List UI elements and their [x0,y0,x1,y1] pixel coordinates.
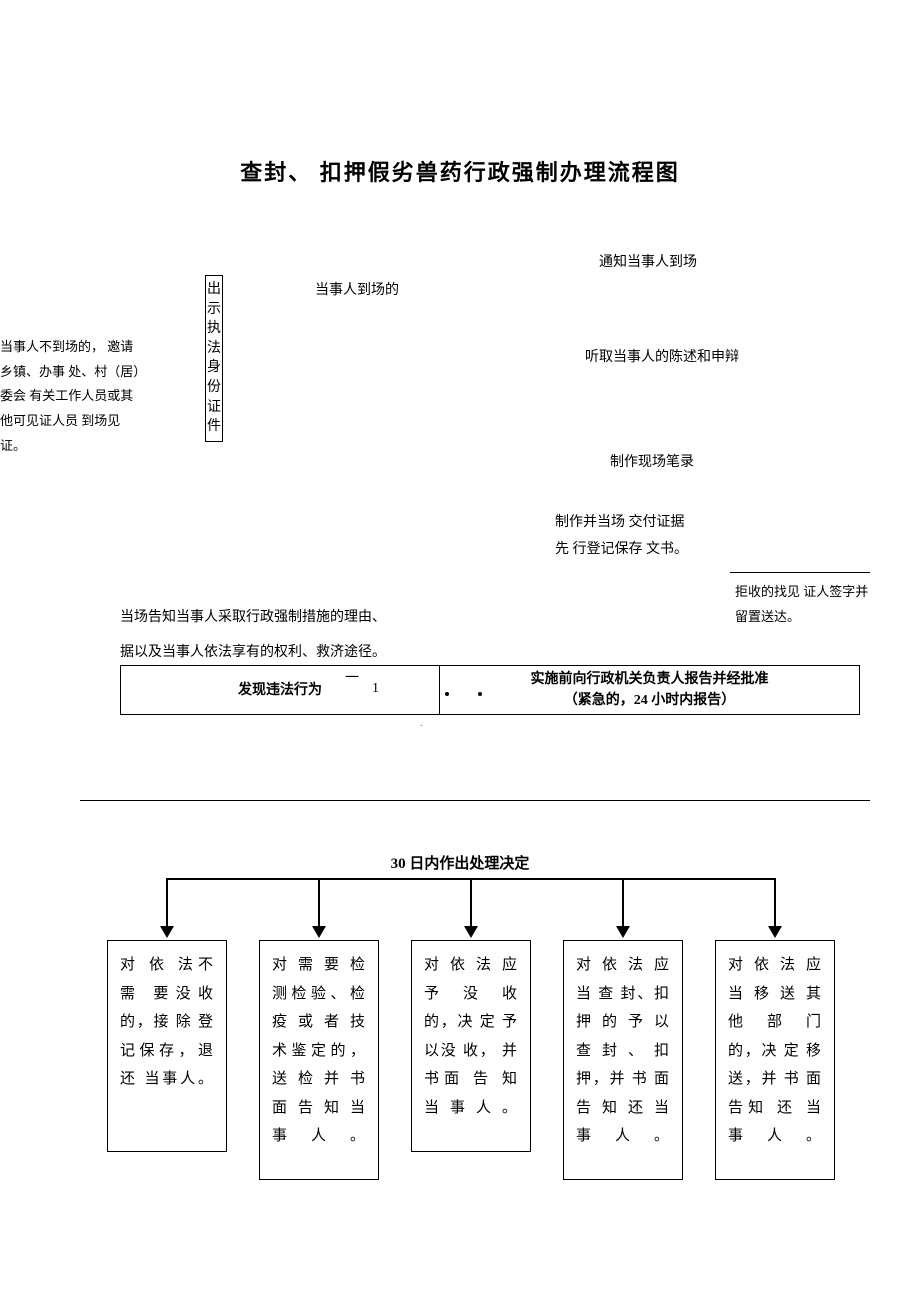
wide-left-text: 发现违法行为 [131,680,429,701]
inform-reason-line2: 据以及当事人依法享有的权利、救济途径。 [120,640,386,667]
wide-right-line1: 实施前向行政机关负责人报告并经批准 [450,669,849,690]
mark-1: 1 [372,678,379,699]
decision-title: 30 日内作出处理决定 [0,852,920,873]
absent-party-note: 当事人不到场的， 邀请乡镇、办事 处、村（居）委会 有关工作人员或其他可见证人员… [0,335,140,458]
divider-line [80,800,870,801]
bullet-dot-2 [478,692,482,696]
show-id-box: 出示执法身份证件 [205,275,223,442]
party-present-label: 当事人到场的 [315,278,399,303]
refuse-sign-label: 拒收的找见 证人签字并 留置送达。 [735,580,875,629]
wide-cell-right: 实施前向行政机关负责人报告并经批准 （紧急的，24 小时内报告） [440,666,860,714]
inform-reason-line1: 当场告知当事人采取行政强制措施的理由、 [120,605,386,632]
wide-row: 发现违法行为 一 1 实施前向行政机关负责人报告并经批准 （紧急的，24 小时内… [120,665,860,715]
make-deliver-label: 制作并当场 交付证据先 行登记保存 文书。 [555,510,695,563]
faint-mark: . [420,718,423,729]
mark-dash: 一 [345,668,359,689]
page-title: 查封、 扣押假劣兽药行政强制办理流程图 [0,155,920,187]
notify-party-label: 通知当事人到场 [599,250,697,275]
wide-cell-left: 发现违法行为 一 1 [120,666,440,714]
result-box-3: 对 依 法 应予 没 收 的，决 定 予 以没 收， 并书面 告 知 当事人。 [411,940,531,1152]
result-box-5: 对 依 法 应当 移 送 其他 部 门 的，决 定 移 送，并 书 面 告知 还… [715,940,835,1180]
listen-statement-label: 听取当事人的陈述和申辩 [585,345,739,370]
result-box-2: 对 需 要 检测检验、检疫 或 者 技术鉴定的，送 检 并 书面 告 知 当事人… [259,940,379,1180]
underline-refuse [730,572,870,573]
wide-right-line2: （紧急的，24 小时内报告） [450,690,849,711]
make-record-label: 制作现场笔录 [610,450,694,475]
result-box-1: 对 依 法不 需 要没收的，接 除 登记保存，退 还 当事人。 [107,940,227,1152]
result-box-4: 对 依 法 应当 查 封、扣押 的 予 以查 封 、 扣押，并 书 面告 知 还… [563,940,683,1180]
bullet-dot-1 [445,692,449,696]
